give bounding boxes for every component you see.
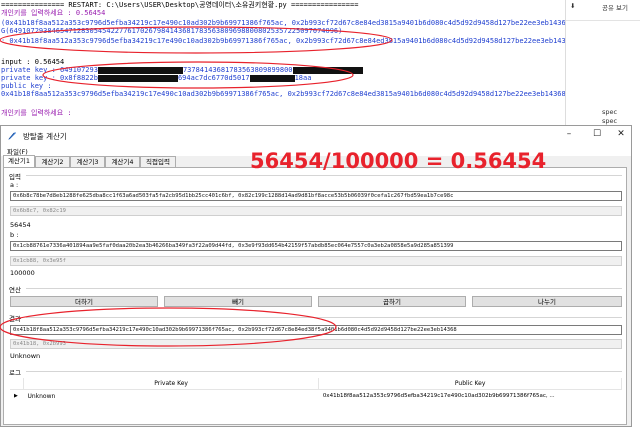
column-header-private-key[interactable]: Private Key	[23, 378, 320, 390]
console-line: =============== RESTART: C:\Users\USER\D…	[1, 1, 358, 9]
explorer-item[interactable]: spec	[602, 108, 617, 116]
add-button[interactable]: 더하기	[10, 296, 158, 307]
console-line: input : 0.56454	[1, 58, 64, 66]
console-text: 73784143681783563809899800	[182, 66, 293, 74]
b-label: b :	[10, 231, 19, 239]
result-readonly-field: 0x41b18, 0x2b993	[10, 339, 622, 349]
row-header	[10, 378, 24, 390]
title-bar: 방탈출 계산기 – ☐ ✕	[1, 126, 631, 146]
console-text: input : 0.56454	[1, 58, 65, 66]
input-group-title: 입력	[9, 173, 21, 181]
a-label: a :	[10, 181, 19, 189]
explorer-item[interactable]: spec	[602, 117, 617, 125]
console-text: =============== RESTART: C:\Users\USER\D…	[1, 1, 359, 9]
result-input[interactable]: 0x41b18f8aa512a353c9796d5efba34219c17e49…	[10, 325, 622, 335]
b-input[interactable]: 0x1cb88761e7336a401894aa9e5faf0daa20b2ea…	[10, 241, 622, 251]
console-text: G(64910729384654712830545422776170267984…	[1, 27, 343, 35]
app-feather-icon	[8, 132, 16, 140]
tab-calculator1[interactable]: 계산기1	[3, 155, 35, 167]
download-icon[interactable]: ⬇	[570, 2, 575, 11]
b-number: 100000	[10, 269, 35, 277]
console-text: 694ac7dc6770d5017	[177, 74, 250, 82]
tab-panel: 입력 a : 0x6b8c78be7d8eb1288fe625dba8cc1f6…	[3, 167, 627, 425]
result-status: Unknown	[10, 352, 41, 360]
divider	[26, 175, 622, 176]
console-line: G(64910729384654712830545422776170267984…	[1, 27, 342, 35]
minimize-button[interactable]: –	[561, 129, 577, 139]
console-line: : 0x41b18f8aa512a353c9796d5efba34219c17e…	[1, 37, 565, 45]
console-line: 개인키를 입력하세요 :	[1, 109, 72, 117]
console-text: : 0x41b18f8aa512a353c9796d5efba34219c17e…	[1, 37, 565, 45]
divide-button[interactable]: 나누기	[472, 296, 622, 307]
tab-calculator2[interactable]: 계산기2	[35, 156, 70, 167]
a-readonly-field: 0x6b8c7, 0x82c19	[10, 206, 622, 216]
console-line: 개인키를 입력하세요 : 0.56454	[1, 9, 105, 17]
ops-group-title: 연산	[9, 286, 21, 294]
a-input[interactable]: 0x6b8c78be7d8eb1288fe625dba8cc1f63a6ad50…	[10, 191, 622, 201]
redaction-bar	[97, 66, 183, 74]
ratio-annotation: 56454/100000 = 0.56454	[250, 149, 547, 173]
a-number: 56454	[10, 221, 31, 229]
console-line: public key :	[1, 82, 52, 90]
console-line: private key : 0x8f8822b 694ac7dc6770d5017…	[1, 74, 311, 82]
file-explorer-strip: ⬇ 공유 보기 spec spec	[565, 0, 640, 125]
table-row[interactable]: ▶ Unknown 0x41b18f8aa512a353c9796d5efba3…	[10, 390, 622, 403]
console-text: private key : 0x8f8822b	[1, 74, 98, 82]
console-text: 18aa	[294, 74, 312, 82]
log-table: Private Key Public Key ▶ Unknown 0x41b18…	[10, 378, 622, 402]
console-text: private key : 649107293	[1, 66, 98, 74]
console-text: (0x41b18f8aa512a353c9796d5efba34219c17e4…	[1, 19, 565, 27]
divider	[26, 288, 622, 289]
divider	[26, 371, 622, 372]
b-readonly-field: 0x1cb88, 0x3e95f	[10, 256, 622, 266]
multiply-button[interactable]: 곱하기	[318, 296, 466, 307]
console-text: 개인키를 입력하세요 :	[1, 109, 72, 117]
maximize-button[interactable]: ☐	[589, 129, 605, 139]
divider	[26, 317, 622, 318]
row-pointer-icon: ▶	[14, 393, 18, 399]
redaction-bar	[97, 74, 178, 82]
log-group-title: 로그	[9, 369, 21, 377]
console-text: public key :	[1, 82, 52, 90]
result-group-title: 결과	[9, 315, 21, 323]
redaction-bar	[292, 66, 363, 74]
console-line: private key : 649107293 73784143681783563…	[1, 66, 363, 74]
public-key-cell: 0x41b18f8aa512a353c9796d5efba34219c17e49…	[322, 393, 555, 399]
python-shell-output: =============== RESTART: C:\Users\USER\D…	[0, 0, 565, 125]
window-title: 방탈출 계산기	[23, 132, 67, 141]
console-line: (0x41b18f8aa512a353c9796d5efba34219c17e4…	[1, 19, 565, 27]
private-key-cell: Unknown	[27, 392, 56, 400]
column-header-public-key[interactable]: Public Key	[318, 378, 622, 390]
console-line: 0x41b18f8aa512a353c9796d5efba34219c17e49…	[1, 90, 565, 98]
tab-calculator3[interactable]: 계산기3	[70, 156, 105, 167]
close-button[interactable]: ✕	[613, 129, 629, 139]
tab-calculator4[interactable]: 계산기4	[105, 156, 140, 167]
divider	[566, 20, 640, 21]
tab-direct-input[interactable]: 직접입력	[140, 156, 176, 167]
subtract-button[interactable]: 빼기	[164, 296, 312, 307]
console-text: 0x41b18f8aa512a353c9796d5efba34219c17e49…	[1, 90, 565, 98]
share-view-button[interactable]: 공유 보기	[602, 2, 628, 12]
console-text: 개인키를 입력하세요 : 0.56454	[1, 9, 106, 17]
redaction-bar	[249, 74, 295, 82]
